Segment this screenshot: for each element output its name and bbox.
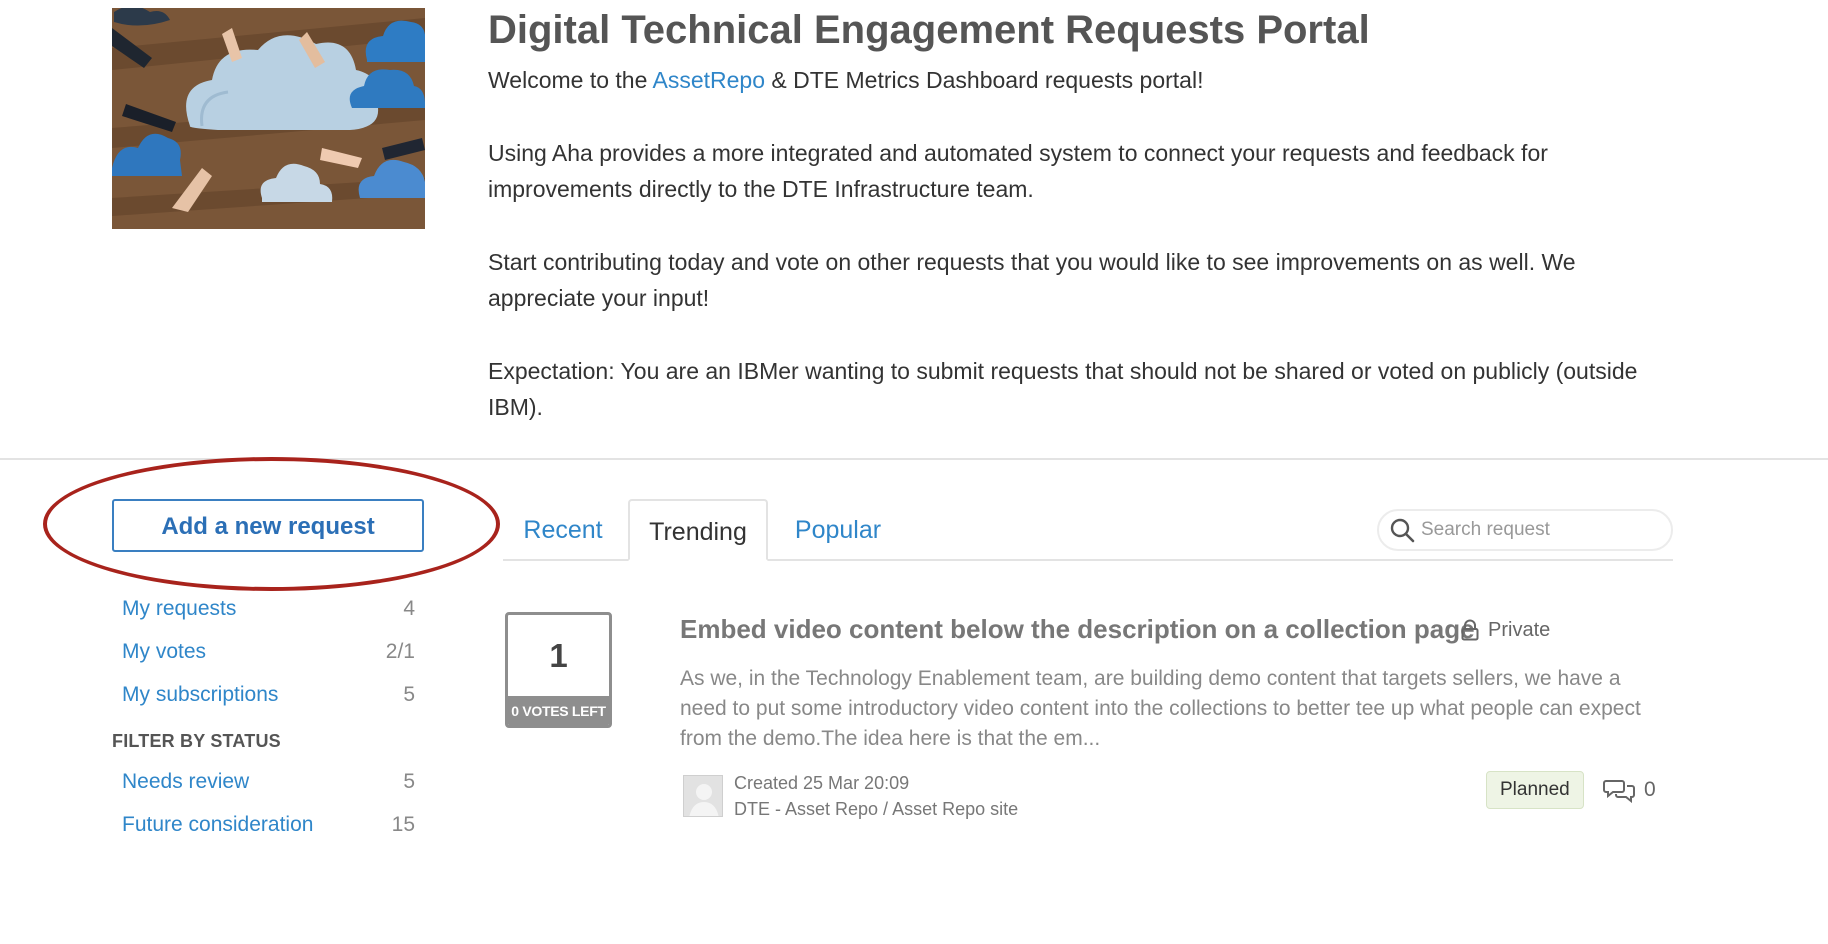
idea-description: As we, in the Technology Enablement team… bbox=[680, 667, 1641, 750]
nav-label[interactable]: Future consideration bbox=[122, 813, 313, 837]
comment-count: 0 bbox=[1644, 778, 1656, 801]
intro-welcome: Welcome to the AssetRepo & DTE Metrics D… bbox=[488, 62, 1678, 98]
nav-label[interactable]: My requests bbox=[122, 597, 236, 621]
intro-suffix: & DTE Metrics Dashboard requests portal! bbox=[765, 67, 1204, 93]
private-badge: Private bbox=[1460, 614, 1550, 646]
nav-count: 15 bbox=[391, 812, 415, 836]
my-items-nav: My requests 4 My votes 2/1 My subscripti… bbox=[112, 587, 424, 716]
status-badge: Planned bbox=[1486, 771, 1584, 809]
portal-title: Digital Technical Engagement Requests Po… bbox=[488, 8, 1370, 52]
visibility-label: Private bbox=[1488, 618, 1551, 641]
tab-popular[interactable]: Popular bbox=[775, 499, 901, 561]
idea-category[interactable]: DTE - Asset Repo / Asset Repo site bbox=[734, 796, 1018, 822]
nav-count: 5 bbox=[403, 682, 415, 706]
vote-button[interactable]: 1 0 VOTES LEFT bbox=[505, 612, 612, 728]
header-divider bbox=[0, 458, 1828, 460]
search-box[interactable] bbox=[1377, 509, 1673, 551]
tab-recent[interactable]: Recent bbox=[503, 499, 623, 561]
intro-prefix: Welcome to the bbox=[488, 67, 653, 93]
votes-left-label: 0 VOTES LEFT bbox=[508, 696, 609, 725]
filter-by-status-heading: FILTER BY STATUS bbox=[112, 731, 281, 751]
nav-label[interactable]: My subscriptions bbox=[122, 683, 278, 707]
filter-needs-review[interactable]: Needs review 5 bbox=[112, 760, 424, 803]
comments-link[interactable]: 0 bbox=[1603, 774, 1656, 806]
nav-my-requests[interactable]: My requests 4 bbox=[112, 587, 424, 630]
intro-paragraph-aha: Using Aha provides a more integrated and… bbox=[488, 140, 1548, 202]
lock-icon bbox=[1461, 619, 1479, 641]
nav-label[interactable]: Needs review bbox=[122, 770, 249, 794]
search-input[interactable] bbox=[1419, 518, 1663, 542]
portal-banner-image bbox=[112, 8, 425, 229]
vote-count: 1 bbox=[549, 637, 568, 674]
search-icon bbox=[1390, 518, 1415, 543]
avatar bbox=[683, 775, 723, 817]
nav-my-votes[interactable]: My votes 2/1 bbox=[112, 630, 424, 673]
tab-trending[interactable]: Trending bbox=[628, 499, 768, 561]
filter-future-consideration[interactable]: Future consideration 15 bbox=[112, 803, 424, 846]
intro-paragraph-expectation: Expectation: You are an IBMer wanting to… bbox=[488, 358, 1638, 420]
idea-title[interactable]: Embed video content below the descriptio… bbox=[680, 611, 1475, 647]
nav-my-subscriptions[interactable]: My subscriptions 5 bbox=[112, 673, 424, 716]
nav-count: 5 bbox=[403, 769, 415, 793]
nav-count: 4 bbox=[403, 596, 415, 620]
status-filter-nav: Needs review 5 Future consideration 15 bbox=[112, 760, 424, 846]
nav-label[interactable]: My votes bbox=[122, 640, 206, 664]
add-new-request-button[interactable]: Add a new request bbox=[112, 499, 424, 552]
assetrepo-link[interactable]: AssetRepo bbox=[653, 67, 766, 93]
nav-count: 2/1 bbox=[385, 639, 415, 663]
intro-paragraph-contribute: Start contributing today and vote on oth… bbox=[488, 249, 1576, 311]
comments-icon bbox=[1603, 780, 1635, 803]
portal-intro: Welcome to the AssetRepo & DTE Metrics D… bbox=[488, 62, 1678, 462]
created-date: Created 25 Mar 20:09 bbox=[734, 773, 910, 793]
